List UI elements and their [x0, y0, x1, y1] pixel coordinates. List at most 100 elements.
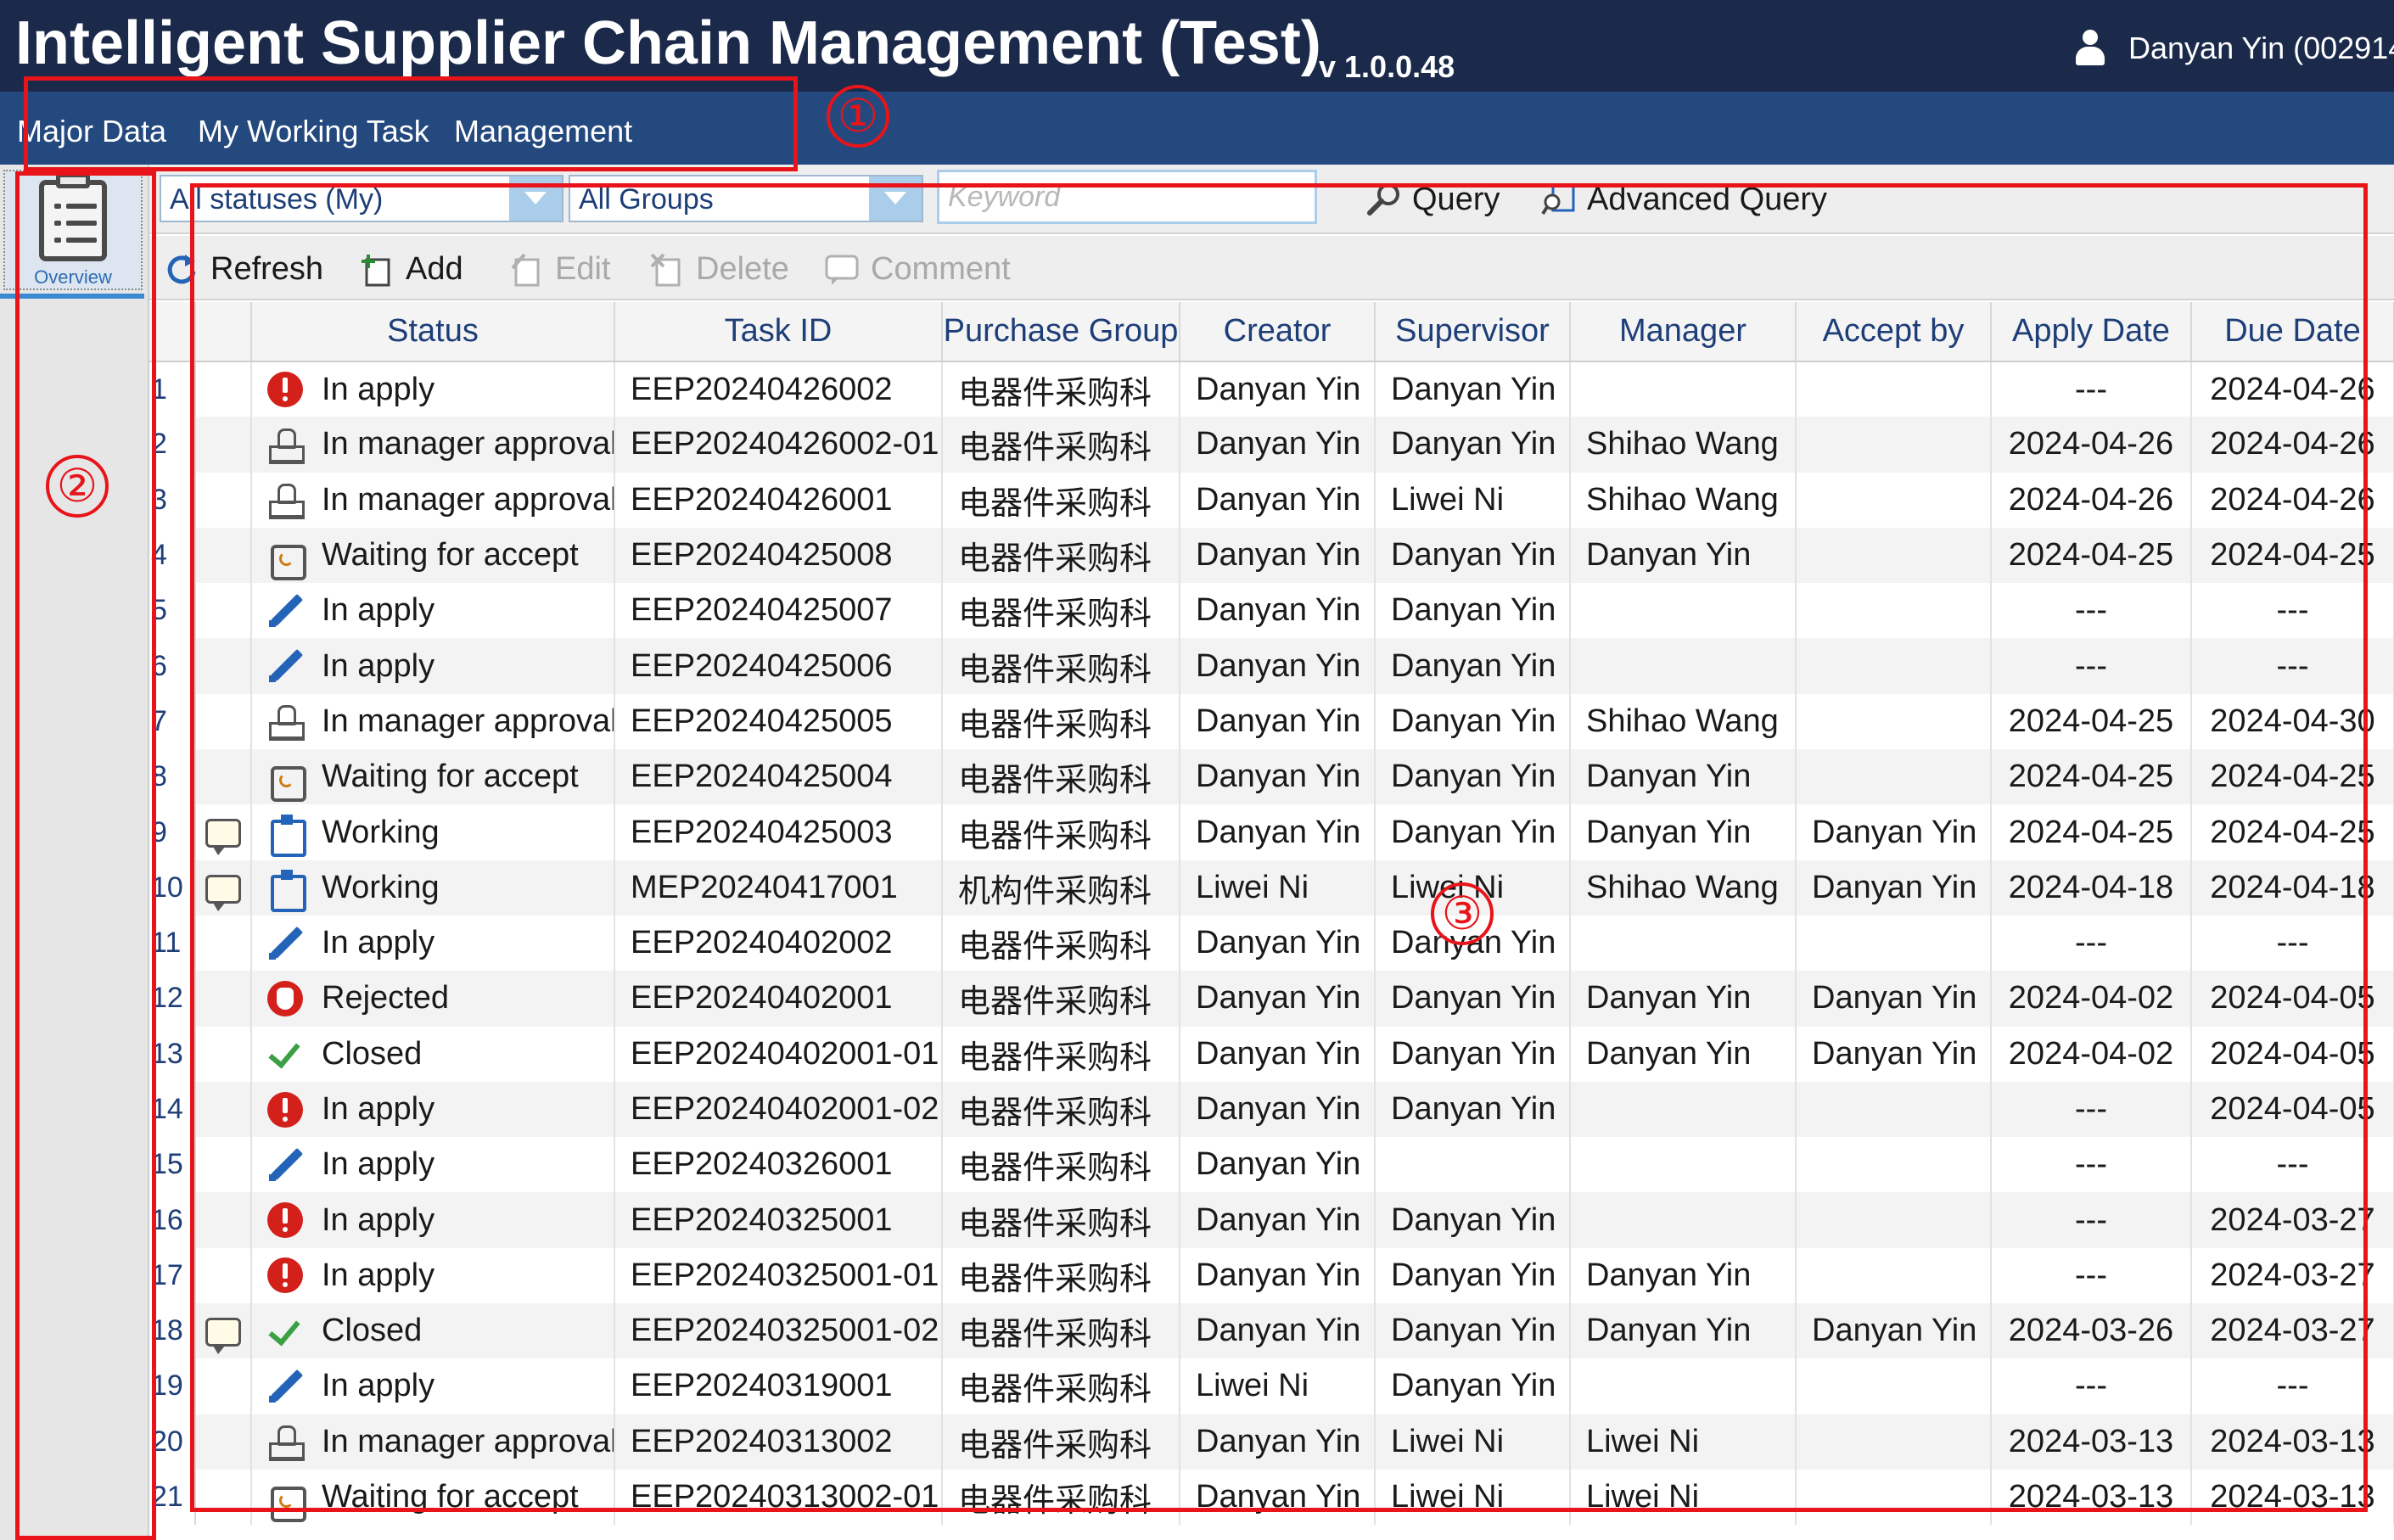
accept-by-cell — [1796, 915, 1992, 972]
due-date-cell: --- — [2191, 915, 2394, 972]
header-apply-date[interactable]: Apply Date — [1991, 302, 2192, 362]
chevron-down-icon[interactable] — [869, 176, 922, 221]
comment-bubble-icon[interactable] — [205, 819, 241, 856]
table-row[interactable]: 18 Closed EEP20240325001-02 电器件采购科 Danyan Yi… — [149, 1303, 2394, 1359]
keyword-input[interactable] — [937, 170, 1317, 224]
clock-clipboard-icon — [267, 538, 306, 580]
status-filter-select[interactable]: All statuses (My) — [160, 175, 563, 222]
manager-cell — [1570, 915, 1797, 972]
creator-cell: Danyan Yin — [1180, 693, 1376, 750]
menu-my-working-task[interactable]: My Working Task — [198, 114, 429, 149]
table-row[interactable]: 9 Working EEP20240425003 电器件采购科 Danyan Yin Da… — [149, 804, 2394, 860]
working-clipboard-icon — [267, 815, 306, 858]
refresh-button[interactable]: Refresh — [165, 248, 323, 290]
creator-cell: Danyan Yin — [1180, 1137, 1376, 1193]
menu-major-data[interactable]: Major Data — [17, 114, 166, 149]
header-creator[interactable]: Creator — [1180, 302, 1376, 362]
checkmark-icon — [267, 1036, 303, 1072]
task-id-cell: EEP20240313002-01 — [614, 1469, 943, 1526]
due-date-cell: --- — [2191, 583, 2394, 639]
table-row[interactable]: 15 In apply EEP20240326001 电器件采购科 Danyan Yin… — [149, 1137, 2394, 1193]
table-row[interactable]: 3 In manager approval EEP20240426001 电器件采购科… — [149, 472, 2394, 528]
comment-cell — [195, 1026, 252, 1082]
due-date-cell: 2024-03-27 — [2191, 1303, 2394, 1359]
table-row[interactable]: 10 Working MEP20240417001 机构件采购科 Liwei Ni Liw… — [149, 860, 2394, 916]
comment-cell — [195, 804, 252, 860]
purchase-group-cell: 电器件采购科 — [942, 1469, 1180, 1526]
status-cell: In apply — [251, 1192, 615, 1248]
chevron-down-icon[interactable] — [509, 176, 562, 221]
table-row[interactable]: 21 Waiting for accept EEP20240313002-01 电器件… — [149, 1469, 2394, 1526]
apply-date-cell: --- — [1991, 1358, 2192, 1414]
header-purchase-group[interactable]: Purchase Group — [942, 302, 1180, 362]
comment-cell — [195, 1469, 252, 1526]
purchase-group-cell: 电器件采购科 — [942, 915, 1180, 972]
table-row[interactable]: 19 In apply EEP20240319001 电器件采购科 Liwei Ni Da… — [149, 1358, 2394, 1414]
header-status[interactable]: Status — [251, 302, 615, 362]
table-row[interactable]: 14 In apply EEP20240402001-02 电器件采购科 Danyan … — [149, 1081, 2394, 1138]
table-row[interactable]: 6 In apply EEP20240425006 电器件采购科 Danyan Yin D… — [149, 638, 2394, 694]
status-cell: In apply — [251, 1358, 615, 1414]
status-label: Waiting for accept — [322, 537, 579, 574]
header-manager[interactable]: Manager — [1570, 302, 1797, 362]
table-row[interactable]: 13 Closed EEP20240402001-01 电器件采购科 Danyan Yi… — [149, 1026, 2394, 1082]
query-button[interactable]: Query — [1366, 178, 1500, 221]
purchase-group-cell: 电器件采购科 — [942, 1247, 1180, 1304]
status-label: In manager approval — [322, 1423, 614, 1459]
due-date-cell: 2024-03-13 — [2191, 1469, 2394, 1526]
table-row[interactable]: 17 In apply EEP20240325001-01 电器件采购科 Danyan … — [149, 1247, 2394, 1304]
table-row[interactable]: 7 In manager approval EEP20240425005 电器件采购科… — [149, 693, 2394, 750]
table-row[interactable]: 12 Rejected EEP20240402001 电器件采购科 Danyan Yin… — [149, 971, 2394, 1027]
search-icon — [1366, 182, 1402, 217]
manager-cell: Shihao Wang — [1570, 472, 1797, 528]
comment-bubble-icon[interactable] — [205, 874, 241, 911]
menu-management[interactable]: Management — [454, 114, 632, 149]
table-row[interactable]: 4 Waiting for accept EEP20240425008 电器件采购科 D… — [149, 527, 2394, 584]
comment-cell — [195, 971, 252, 1027]
row-number: 18 — [149, 1303, 196, 1359]
comment-cell — [195, 915, 252, 972]
group-filter-value: All Groups — [579, 183, 714, 216]
comment-bubble-icon[interactable] — [205, 1318, 241, 1355]
rejected-hand-icon — [267, 980, 303, 1016]
comment-cell — [195, 749, 252, 805]
comment-button[interactable]: Comment — [825, 248, 1011, 290]
group-filter-select[interactable]: All Groups — [569, 175, 923, 222]
purchase-group-cell: 电器件采购科 — [942, 472, 1180, 528]
advanced-query-button[interactable]: Advanced Query — [1541, 178, 1827, 221]
table-row[interactable]: 2 In manager approval EEP20240426002-01 电器件… — [149, 417, 2394, 473]
supervisor-cell: Danyan Yin — [1375, 1081, 1571, 1138]
table-row[interactable]: 8 Waiting for accept EEP20240425004 电器件采购科 D… — [149, 749, 2394, 805]
status-cell: In manager approval — [251, 417, 615, 473]
apply-date-cell: 2024-04-02 — [1991, 971, 2192, 1027]
accept-by-cell — [1796, 693, 1992, 750]
table-row[interactable]: 5 In apply EEP20240425007 电器件采购科 Danyan Yin D… — [149, 583, 2394, 639]
manager-cell: Danyan Yin — [1570, 749, 1797, 805]
user-menu[interactable]: Danyan Yin (002914 — [2076, 27, 2394, 70]
task-id-cell: EEP20240402002 — [614, 915, 943, 972]
row-number: 20 — [149, 1414, 196, 1470]
accept-by-cell — [1796, 638, 1992, 694]
table-row[interactable]: 20 In manager approval EEP20240313002 电器件采购… — [149, 1414, 2394, 1470]
table-row[interactable]: 1 In apply EEP20240426002 电器件采购科 Danyan Yin D… — [149, 361, 2394, 417]
edit-button[interactable]: Edit — [509, 248, 610, 290]
delete-button[interactable]: Delete — [650, 248, 789, 290]
header-supervisor[interactable]: Supervisor — [1375, 302, 1571, 362]
table-row[interactable]: 11 In apply EEP20240402002 电器件采购科 Danyan Yin… — [149, 915, 2394, 972]
table-row[interactable]: 16 In apply EEP20240325001 电器件采购科 Danyan Yin… — [149, 1192, 2394, 1248]
exclamation-icon — [267, 1257, 303, 1294]
manager-cell — [1570, 361, 1797, 417]
status-cell: Rejected — [251, 971, 615, 1027]
row-number: 7 — [149, 693, 196, 750]
checkmark-icon — [267, 1313, 303, 1349]
task-id-cell: EEP20240425004 — [614, 749, 943, 805]
overview-button[interactable]: Overview — [3, 170, 143, 290]
creator-cell: Liwei Ni — [1180, 860, 1376, 916]
header-task-id[interactable]: Task ID — [614, 302, 943, 362]
accept-by-cell — [1796, 1469, 1992, 1526]
header-due-date[interactable]: Due Date — [2191, 302, 2394, 362]
add-button[interactable]: Add — [360, 248, 463, 290]
due-date-cell: 2024-04-05 — [2191, 1026, 2394, 1082]
header-accept-by[interactable]: Accept by — [1796, 302, 1992, 362]
comment-cell — [195, 1358, 252, 1414]
